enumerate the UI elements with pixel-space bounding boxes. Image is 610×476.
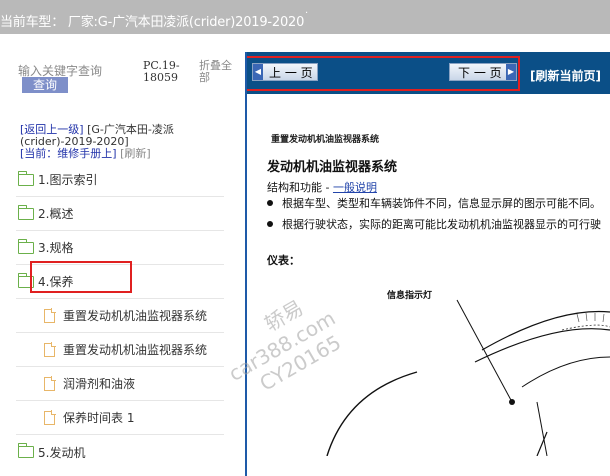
tree-item-label: 保养时间表 1 xyxy=(63,411,135,425)
folder-icon xyxy=(17,204,34,220)
tree-item-doc[interactable]: 润滑剂和油液 xyxy=(16,367,224,401)
tree-item-doc[interactable]: 重置发动机机油监视器系统 xyxy=(16,333,224,367)
manual-tree: 1.图示索引 2.概述 3.规格 4.保养 重置发动机机油监视器系统 重置发动机… xyxy=(16,163,224,469)
refresh-link[interactable]: [刷新] xyxy=(120,147,151,160)
top-header: 当前车型： 厂家:G-广汽本田凌派(crider)2019-2020 · xyxy=(0,0,610,34)
doc-bullet: 根据车型、类型和车辆装饰件不同，信息显示屏的图示可能不同。 xyxy=(267,195,601,211)
doc-subtitle: 结构和功能 - 一般说明 xyxy=(267,181,377,194)
document-icon xyxy=(44,376,56,391)
document-icon xyxy=(44,342,56,357)
tree-item-folder[interactable]: 5.发动机 xyxy=(16,435,224,469)
search-button[interactable]: 查询 xyxy=(22,77,68,93)
general-info-link[interactable]: 一般说明 xyxy=(333,181,377,194)
tree-item-doc[interactable]: 保养时间表 1 xyxy=(16,401,224,435)
meter-label: 仪表： xyxy=(267,254,300,267)
collapse-all-button[interactable]: 折叠全部 xyxy=(199,60,241,84)
document-icon xyxy=(44,410,56,425)
doc-bullet: 根据行驶状态，实际的距离可能比发动机机油监视器显示的可行驶 xyxy=(267,216,601,232)
tree-item-doc[interactable]: 重置发动机机油监视器系统 xyxy=(16,299,224,333)
tree-item-folder[interactable]: 3.规格 xyxy=(16,231,224,265)
doc-title: 发动机机油监视器系统 xyxy=(267,160,398,175)
current-manual-link[interactable]: [当前：维修手册上] xyxy=(20,147,117,160)
doc-code: PC.19-18059 xyxy=(143,59,180,84)
folder-icon xyxy=(17,443,34,458)
tree-item-folder[interactable]: 1.图示索引 xyxy=(16,163,224,197)
doc-breadcrumb: 重置发动机机油监视器系统 xyxy=(271,135,380,145)
folder-icon xyxy=(17,170,34,186)
refresh-page-button[interactable]: [刷新当前页] xyxy=(530,67,601,84)
tree-item-label: 1.图示索引 xyxy=(38,173,98,187)
tree-item-folder[interactable]: 2.概述 xyxy=(16,197,224,231)
tree-item-label: 2.概述 xyxy=(38,207,74,221)
tree-item-label: 5.发动机 xyxy=(38,445,86,460)
tree-item-label: 重置发动机机油监视器系统 xyxy=(63,309,208,323)
current-car-label: 当前车型： 厂家:G-广汽本田凌派(crider)2019-2020 xyxy=(0,15,305,30)
header-dot: · xyxy=(305,8,309,19)
tree-item-label: 3.规格 xyxy=(38,241,74,255)
tree-item-label: 重置发动机机油监视器系统 xyxy=(63,343,208,357)
document-icon xyxy=(44,308,56,323)
highlight-box-maintenance xyxy=(30,261,132,293)
folder-icon xyxy=(17,238,34,254)
tree-item-label: 润滑剂和油液 xyxy=(63,377,136,391)
breadcrumb-nav: [返回上一级] [G-广汽本田-凌派(crider)-2019-2020] [当… xyxy=(20,124,244,160)
highlight-box-page-nav xyxy=(247,56,520,91)
